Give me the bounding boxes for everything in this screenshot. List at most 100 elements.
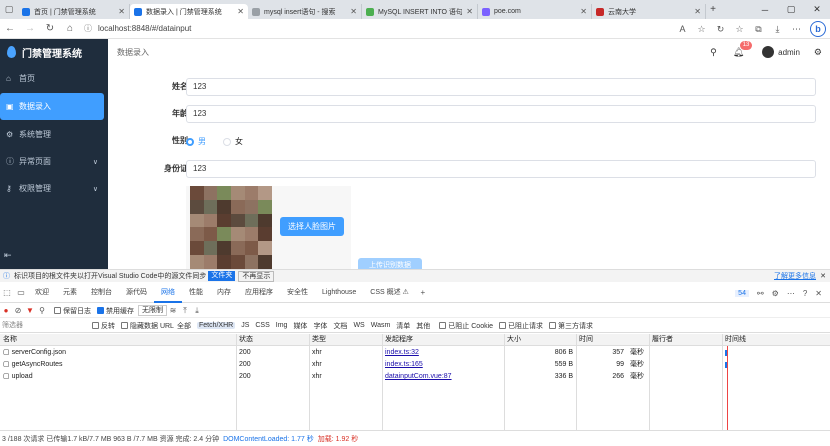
favorite-star-icon[interactable]: ☆ xyxy=(692,24,711,35)
third-party-checkbox[interactable]: 第三方请求 xyxy=(549,321,593,331)
search-icon[interactable]: ⚲ xyxy=(36,306,48,315)
settings-gear-icon[interactable]: ⚙ xyxy=(814,47,822,58)
issues-count-badge[interactable]: 54 xyxy=(735,289,749,297)
initiator-link[interactable]: index.ts:32 xyxy=(385,349,419,356)
sidebar-item-permissions[interactable]: ⚷ 权限管理 ∨ xyxy=(0,175,108,202)
idcard-input[interactable]: 123 xyxy=(186,160,816,178)
invert-checkbox[interactable]: 反转 xyxy=(92,321,115,331)
browser-tab-poe[interactable]: poe.com ✕ xyxy=(478,4,592,19)
table-row[interactable]: ▢ getAsyncRoutes 200 xhr index.ts:165 55… xyxy=(0,359,830,371)
filter-type-all[interactable]: 全部 xyxy=(177,321,191,331)
close-icon[interactable]: ✕ xyxy=(580,7,587,16)
download-icon[interactable]: ⤓ xyxy=(768,24,787,35)
close-icon[interactable]: ✕ xyxy=(118,7,125,16)
initiator-link[interactable]: index.ts:165 xyxy=(385,361,423,368)
filter-type-other[interactable]: 其他 xyxy=(416,321,430,331)
close-icon[interactable]: ✕ xyxy=(466,7,473,16)
column-header-waterfall[interactable]: 时间线 xyxy=(722,334,830,346)
tab-welcome[interactable]: 欢迎 xyxy=(28,283,56,303)
import-icon[interactable]: ⤒ xyxy=(179,306,191,316)
record-icon[interactable]: ● xyxy=(0,306,12,315)
device-toolbar-icon[interactable]: ▭ xyxy=(14,288,28,297)
workspaces-icon[interactable]: ▢ xyxy=(0,0,18,19)
column-header-status[interactable]: 状态 xyxy=(236,334,309,346)
tab-memory[interactable]: 内存 xyxy=(210,283,238,303)
refresh-extension-icon[interactable]: ↻ xyxy=(711,24,730,35)
close-icon[interactable]: ✕ xyxy=(694,7,701,16)
disable-cache-checkbox[interactable]: 禁用缓存 xyxy=(97,306,134,316)
export-icon[interactable]: ⤓ xyxy=(191,306,203,316)
filter-type-fetch-xhr[interactable]: Fetch/XHR xyxy=(196,322,236,329)
filter-icon[interactable]: ▼ xyxy=(24,306,36,315)
browser-tab-ynu[interactable]: 云南大学 ✕ xyxy=(592,4,706,19)
table-row[interactable]: ▢ upload 200 xhr datainputCom.vue:87 336… xyxy=(0,371,830,383)
tab-console[interactable]: 控制台 xyxy=(84,283,119,303)
close-icon[interactable]: ✕ xyxy=(350,7,357,16)
url-input[interactable]: ⓘ localhost:8848/#/datainput xyxy=(84,21,684,36)
filter-type-wasm[interactable]: Wasm xyxy=(371,322,391,329)
search-icon[interactable]: ⚲ xyxy=(710,47,717,58)
sidebar-item-system[interactable]: ⚙ 系统管理 xyxy=(0,121,108,148)
tab-lighthouse[interactable]: Lighthouse xyxy=(315,283,363,303)
username[interactable]: admin xyxy=(778,48,800,57)
browser-tab-mysql[interactable]: MySQL INSERT INTO 语句 ✕ xyxy=(362,4,478,19)
dont-show-again-button[interactable]: 不再显示 xyxy=(238,270,275,282)
tab-sources[interactable]: 源代码 xyxy=(119,283,154,303)
filter-type-doc[interactable]: 文档 xyxy=(333,321,347,331)
close-icon[interactable]: ✕ xyxy=(820,272,826,280)
gender-male-radio[interactable]: 男 xyxy=(186,136,206,147)
throttle-select[interactable]: 无限制 xyxy=(138,305,167,316)
age-input[interactable]: 123 xyxy=(186,105,816,123)
select-face-image-button[interactable]: 选择人脸图片 xyxy=(280,217,344,236)
reload-icon[interactable]: ↻ xyxy=(40,19,60,39)
gear-icon[interactable]: ⚙ xyxy=(772,289,779,298)
add-tab-icon[interactable]: + xyxy=(416,288,430,297)
filter-type-img[interactable]: Img xyxy=(276,322,288,329)
maximize-icon[interactable]: ▢ xyxy=(778,0,804,19)
tab-network[interactable]: 网络 xyxy=(154,283,182,303)
open-folder-button[interactable]: 文件夹 xyxy=(208,271,236,281)
bell-icon[interactable]: 🔔︎ 13 xyxy=(733,40,753,58)
column-header-size[interactable]: 大小 xyxy=(504,334,576,346)
column-header-type[interactable]: 类型 xyxy=(309,334,382,346)
avatar[interactable] xyxy=(762,46,775,58)
column-header-time[interactable]: 时间 xyxy=(576,334,649,346)
sidebar-item-error-pages[interactable]: ⓘ 异常页面 ∨ xyxy=(0,148,108,175)
filter-type-font[interactable]: 字体 xyxy=(313,321,327,331)
close-icon[interactable]: ✕ xyxy=(237,7,244,16)
inspect-icon[interactable]: ⬚ xyxy=(0,288,14,297)
bing-icon[interactable]: b xyxy=(810,21,826,37)
browser-tab-home[interactable]: 首页 | 门禁管理系统 ✕ xyxy=(18,4,130,19)
sidebar-item-home[interactable]: ⌂ 首页 xyxy=(0,65,108,92)
initiator-link[interactable]: datainputCom.vue:87 xyxy=(385,373,452,380)
settings-link-icon[interactable]: ⚯ xyxy=(757,289,764,298)
more-icon[interactable]: ⋯ xyxy=(787,24,806,35)
filter-type-js[interactable]: JS xyxy=(241,322,249,329)
close-window-icon[interactable]: ✕ xyxy=(804,0,830,19)
tab-elements[interactable]: 元素 xyxy=(56,283,84,303)
minimize-icon[interactable]: ─ xyxy=(752,0,778,19)
browser-tab-search[interactable]: mysql insert语句 - 搜索 ✕ xyxy=(248,4,362,19)
filter-type-media[interactable]: 媒体 xyxy=(293,321,307,331)
tab-security[interactable]: 安全性 xyxy=(280,283,315,303)
browser-tab-datainput[interactable]: 数据录入 | 门禁管理系统 ✕ xyxy=(130,4,248,19)
hide-data-urls-checkbox[interactable]: 隐藏数据 URL xyxy=(121,321,174,331)
collapse-sidebar-icon[interactable]: ⇤ xyxy=(4,250,12,261)
forward-icon[interactable]: → xyxy=(20,19,40,39)
tab-application[interactable]: 应用程序 xyxy=(238,283,280,303)
sidebar-item-datainput[interactable]: ▣ 数据录入 xyxy=(0,93,104,120)
gender-female-radio[interactable]: 女 xyxy=(223,136,243,147)
wifi-icon[interactable]: ≋ xyxy=(167,306,179,315)
preserve-log-checkbox[interactable]: 保留日志 xyxy=(54,306,91,316)
column-header-name[interactable]: 名称 xyxy=(0,334,236,346)
tab-css-overview[interactable]: CSS 概述 ⚠ xyxy=(363,283,416,303)
table-row[interactable]: ▢ serverConfig.json 200 xhr index.ts:32 … xyxy=(0,347,830,359)
learn-more-link[interactable]: 了解更多信息 xyxy=(774,271,816,281)
help-icon[interactable]: ? xyxy=(803,289,807,298)
favorites-icon[interactable]: ☆ xyxy=(730,24,749,35)
clear-icon[interactable]: ⊘ xyxy=(12,306,24,315)
blocked-cookies-checkbox[interactable]: 已阻止 Cookie xyxy=(439,321,493,331)
blocked-requests-checkbox[interactable]: 已阻止请求 xyxy=(499,321,543,331)
column-header-fulfilled-by[interactable]: 履行者 xyxy=(649,334,722,346)
back-icon[interactable]: ← xyxy=(0,19,20,39)
